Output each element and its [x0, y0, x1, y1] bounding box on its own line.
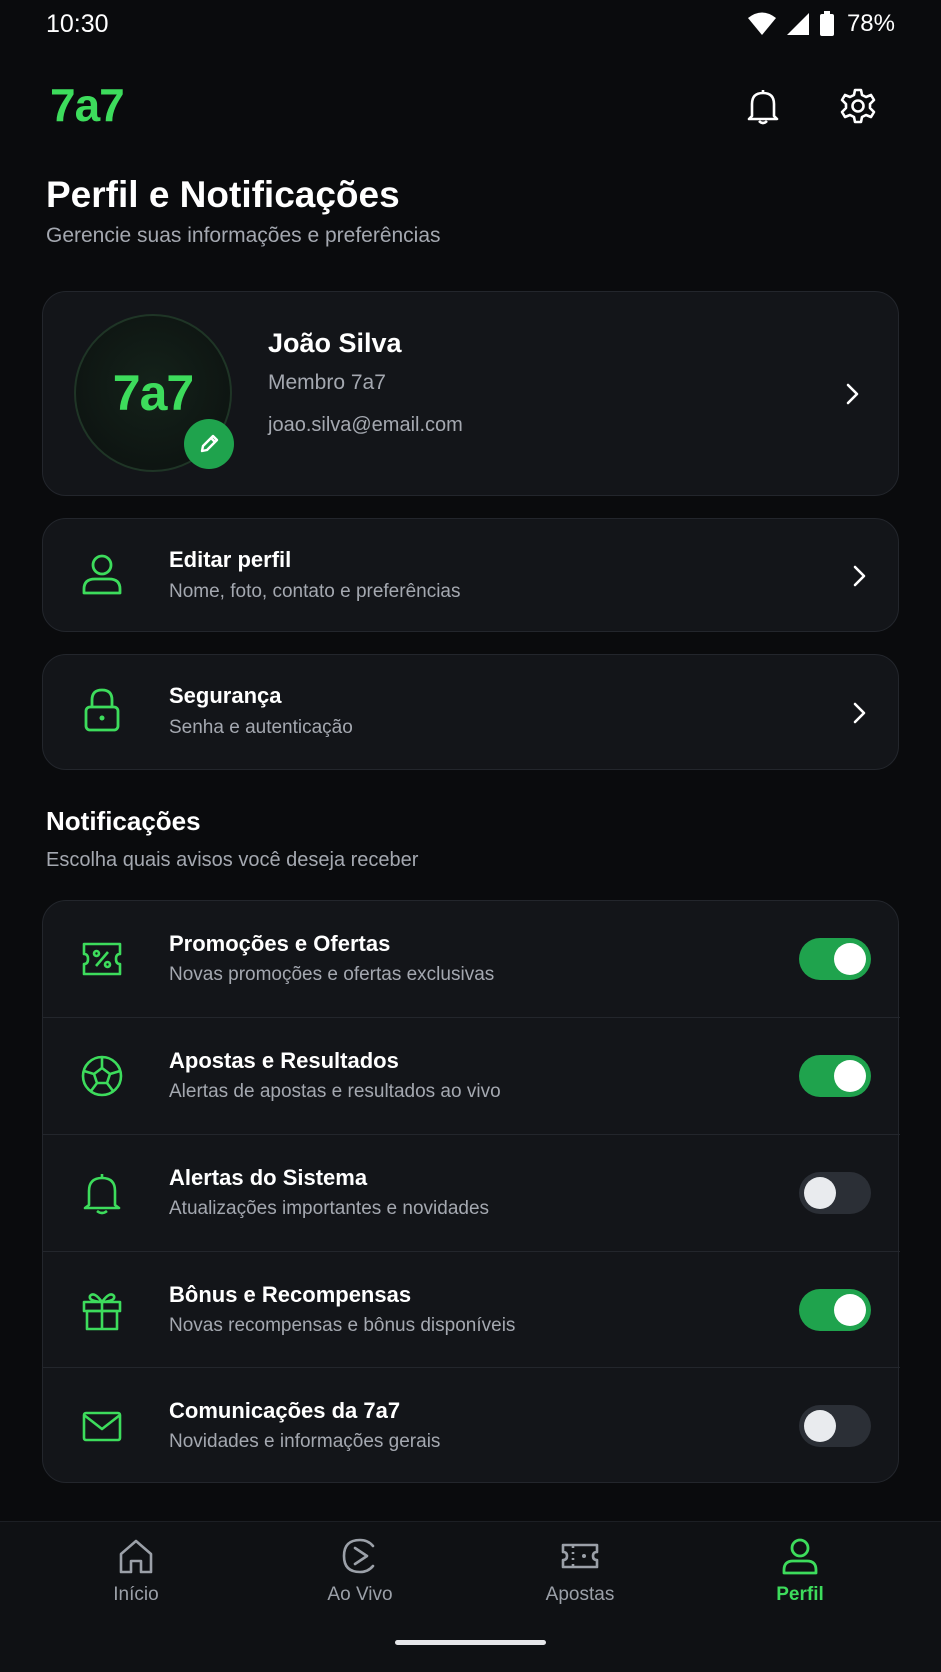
chevron-right-icon [853, 702, 866, 724]
nav-item-home[interactable]: Início [46, 1536, 226, 1626]
user-icon [82, 554, 122, 595]
notification-title: Promoções e Ofertas [169, 931, 391, 956]
app-header: 7a7 [0, 78, 941, 138]
avatar-logo: 7a7 [112, 365, 194, 421]
nav-label: Apostas [545, 1584, 615, 1605]
notification-row-bonus: Bônus e Recompensas Novas recompensas e … [43, 1251, 900, 1367]
bonus-rewards-toggle[interactable] [799, 1289, 871, 1331]
notifications-section-subtitle: Escolha quais avisos você deseja receber [46, 849, 419, 871]
home-icon [119, 1539, 153, 1574]
profile-member-status: Membro 7a7 [268, 371, 386, 394]
pencil-icon [200, 434, 219, 453]
notification-subtitle: Novidades e informações gerais [169, 1431, 441, 1452]
bell-icon [747, 90, 779, 125]
soccer-ball-icon [81, 1055, 123, 1097]
app-logo: 7a7 [50, 79, 125, 131]
menu-title: Segurança [169, 683, 282, 708]
nav-label: Início [113, 1584, 159, 1605]
status-indicators: 78% [747, 10, 895, 38]
battery-percent: 78% [846, 10, 895, 37]
chevron-right-icon [853, 565, 866, 587]
notification-row-communications: Comunicações da 7a7 Novidades e informaç… [43, 1367, 900, 1483]
notification-row-promotions: Promoções e Ofertas Novas promoções e of… [43, 901, 900, 1017]
screen: 10:30 78% 7a7 Perfil e Notificações Gere… [0, 0, 941, 1672]
status-bar: 10:30 78% [0, 0, 941, 52]
notification-row-bets: Apostas e Resultados Alertas de apostas … [43, 1017, 900, 1133]
menu-title: Editar perfil [169, 547, 292, 572]
settings-button[interactable] [836, 84, 880, 128]
nav-label: Perfil [776, 1584, 824, 1605]
security-item[interactable]: Segurança Senha e autenticação [42, 654, 899, 770]
notification-title: Alertas do Sistema [169, 1165, 368, 1190]
gift-icon [82, 1293, 122, 1331]
home-indicator[interactable] [395, 1640, 546, 1645]
bell-icon [83, 1174, 121, 1215]
nav-item-profile[interactable]: Perfil [710, 1536, 890, 1626]
page-subtitle: Gerencie suas informações e preferências [46, 224, 441, 247]
bottom-nav: Início Ao Vivo Apostas Perfil [0, 1521, 941, 1672]
notification-subtitle: Alertas de apostas e resultados ao vivo [169, 1081, 501, 1102]
ticket-icon [561, 1543, 599, 1569]
notification-subtitle: Novas promoções e ofertas exclusivas [169, 964, 495, 985]
page-title: Perfil e Notificações [46, 174, 400, 215]
notification-title: Bônus e Recompensas [169, 1282, 412, 1307]
profile-card[interactable]: 7a7 João Silva Membro 7a7 joao.silva@ema… [42, 291, 899, 496]
notification-subtitle: Novas recompensas e bônus disponíveis [169, 1315, 516, 1336]
toggle-knob [834, 943, 866, 975]
promotions-toggle[interactable] [799, 938, 871, 980]
live-play-icon [342, 1538, 375, 1574]
notification-subtitle: Atualizações importantes e novidades [169, 1198, 490, 1219]
menu-subtitle: Nome, foto, contato e preferências [169, 581, 461, 602]
notification-title: Apostas e Resultados [169, 1048, 399, 1073]
communications-toggle[interactable] [799, 1405, 871, 1447]
toggle-knob [804, 1410, 836, 1442]
system-alerts-toggle[interactable] [799, 1172, 871, 1214]
notifications-section-title: Notificações [46, 806, 201, 836]
mail-icon [82, 1411, 122, 1442]
nav-item-live[interactable]: Ao Vivo [270, 1536, 450, 1626]
lock-icon [84, 688, 120, 732]
edit-profile-item[interactable]: Editar perfil Nome, foto, contato e pref… [42, 518, 899, 632]
bets-results-toggle[interactable] [799, 1055, 871, 1097]
status-time: 10:30 [46, 10, 109, 38]
profile-name: João Silva [268, 328, 402, 358]
notification-row-system: Alertas do Sistema Atualizações importan… [43, 1134, 900, 1250]
notification-title: Comunicações da 7a7 [169, 1398, 401, 1423]
menu-subtitle: Senha e autenticação [169, 717, 353, 738]
wifi-icon [747, 12, 776, 35]
notifications-button[interactable] [741, 84, 785, 128]
edit-avatar-button[interactable] [184, 419, 234, 469]
nav-item-bets[interactable]: Apostas [490, 1536, 670, 1626]
signal-icon [786, 13, 809, 35]
toggle-knob [804, 1177, 836, 1209]
gear-icon [840, 88, 876, 124]
toggle-knob [834, 1294, 866, 1326]
toggle-knob [834, 1060, 866, 1092]
profile-email: joao.silva@email.com [268, 414, 463, 436]
notifications-list: Promoções e Ofertas Novas promoções e of… [42, 900, 900, 1483]
nav-label: Ao Vivo [327, 1584, 393, 1605]
battery-icon [819, 11, 834, 36]
chevron-right-icon [846, 383, 859, 405]
profile-icon [782, 1538, 818, 1575]
percent-ticket-icon [82, 942, 122, 976]
